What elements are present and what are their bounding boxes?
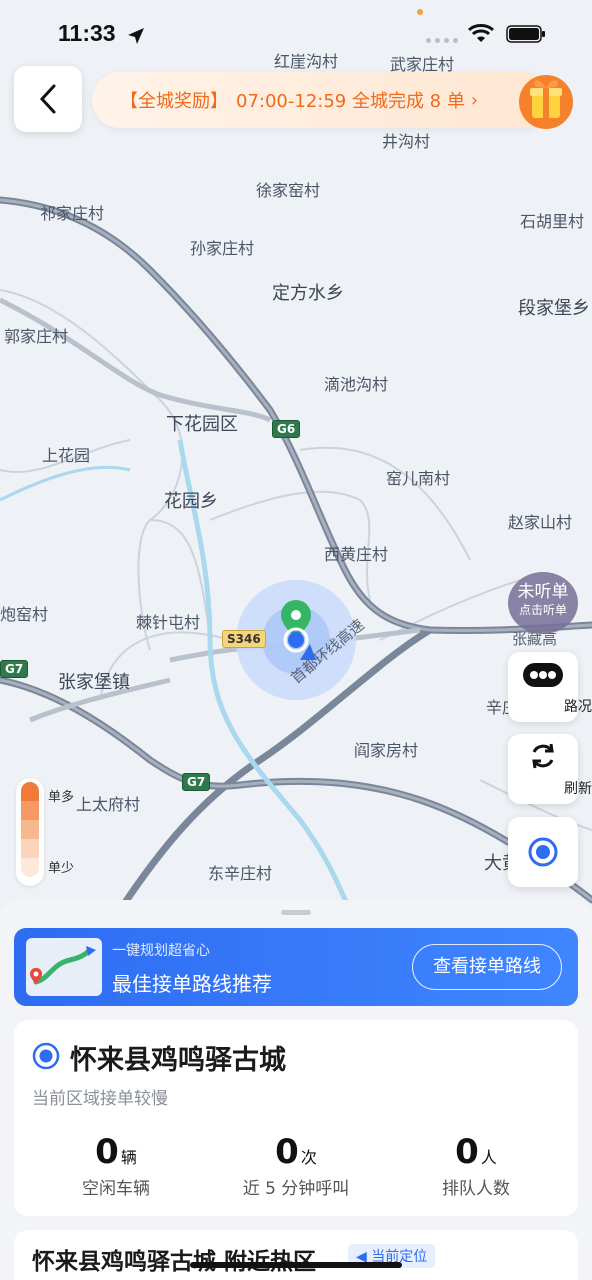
route-map-thumbnail — [26, 938, 102, 996]
listen-hint: 点击听单 — [518, 603, 567, 617]
status-dots — [426, 38, 458, 43]
place-label: 赵家山村 — [508, 513, 573, 532]
refresh-label: 刷新 — [564, 781, 592, 797]
place-label: 花园乡 — [164, 491, 218, 512]
refresh-icon — [532, 743, 554, 769]
stat-unit: 人 — [480, 1148, 497, 1167]
place-label: 张家堡镇 — [58, 672, 130, 693]
place-label: 井沟村 — [382, 132, 431, 151]
reward-tag: 【全城奖励】 — [120, 91, 228, 112]
battery-icon — [506, 25, 545, 43]
stat-value: 0 — [275, 1132, 299, 1172]
home-indicator[interactable] — [190, 1262, 402, 1268]
place-label: 郭家庄村 — [4, 327, 69, 346]
place-label: 东辛庄村 — [208, 864, 273, 883]
stat-caption: 近 5 分钟呼叫 — [242, 1179, 350, 1199]
stat-unit: 次 — [300, 1148, 317, 1167]
city-reward-banner[interactable]: 【全城奖励】 07:00-12:59 全城完成 8 单 › — [92, 72, 552, 128]
locate-icon — [528, 837, 558, 867]
status-time: 11:33 — [58, 20, 116, 46]
traffic-icon — [523, 663, 563, 687]
place-label: 定方水乡 — [272, 283, 344, 304]
location-target-icon — [32, 1042, 60, 1070]
traffic-button[interactable]: 路况 — [508, 652, 592, 722]
area-subtitle: 当前区域接单较慢 — [32, 1089, 168, 1109]
locate-button[interactable] — [508, 817, 578, 887]
map-view[interactable]: 红崖沟村 武家庄村 井沟村 徐家窑村 祁家庄村 石胡里村 孙家庄村 定方水乡 段… — [0, 0, 592, 910]
queue-stat: 0人 排队人数 — [386, 1132, 566, 1199]
legend-swatch — [21, 839, 39, 858]
stat-caption: 排队人数 — [442, 1179, 510, 1199]
legend-low-label: 单少 — [48, 861, 75, 876]
recent-calls-stat: 0次 近 5 分钟呼叫 — [206, 1132, 386, 1199]
chevron-left-icon — [39, 84, 56, 114]
place-label: 滴池沟村 — [324, 375, 389, 394]
legend-swatch — [21, 801, 39, 820]
stat-value: 0 — [95, 1132, 119, 1172]
nearby-title: 怀来县鸡鸣驿古城 附近热区 — [32, 1249, 317, 1275]
bottom-sheet[interactable]: 一键规划超省心 最佳接单路线推荐 查看接单路线 怀来县鸡鸣驿古城 当前区域接单较… — [0, 900, 592, 1280]
start-listening-button[interactable]: 未听单 点击听单 — [508, 572, 578, 634]
view-route-button[interactable]: 查看接单路线 — [412, 944, 562, 990]
chevron-right-icon: › — [470, 89, 479, 111]
route-recommendation-card[interactable]: 一键规划超省心 最佳接单路线推荐 查看接单路线 — [14, 928, 578, 1006]
legend-swatch — [21, 820, 39, 839]
route-subtitle: 一键规划超省心 — [112, 943, 210, 959]
highway-shield: G6 — [272, 420, 301, 438]
reward-text: 07:00-12:59 全城完成 8 单 — [236, 91, 465, 112]
area-status-card: 怀来县鸡鸣驿古城 当前区域接单较慢 0辆 空闲车辆 0次 近 5 分钟呼叫 0人… — [14, 1020, 578, 1216]
place-label: 段家堡乡 — [518, 298, 590, 319]
stat-caption: 空闲车辆 — [82, 1179, 150, 1199]
legend-swatch — [21, 782, 39, 801]
place-label: 孙家庄村 — [190, 239, 255, 258]
place-label: 下花园区 — [166, 414, 238, 435]
place-label: 窑儿南村 — [386, 469, 451, 488]
place-label: 徐家窑村 — [256, 181, 321, 200]
place-label: 棘针屯村 — [136, 613, 201, 632]
wifi-icon — [468, 24, 494, 42]
legend-swatch — [21, 858, 39, 877]
place-label: 西黄庄村 — [324, 545, 389, 564]
highway-shield: G7 — [182, 773, 211, 791]
place-label: 上太府村 — [76, 795, 141, 814]
stat-unit: 辆 — [120, 1148, 137, 1167]
heading-arrow-icon — [300, 644, 316, 660]
legend-high-label: 单多 — [48, 790, 75, 805]
place-label: 阎家房村 — [354, 741, 419, 760]
order-density-legend — [16, 778, 44, 886]
place-label: 石胡里村 — [520, 212, 585, 231]
location-arrow-icon — [128, 28, 144, 44]
route-icon — [30, 946, 96, 985]
listen-status: 未听单 — [517, 582, 569, 602]
status-icons — [468, 24, 546, 44]
traffic-label: 路况 — [564, 699, 592, 715]
route-title: 最佳接单路线推荐 — [112, 972, 272, 996]
place-label: 祁家庄村 — [40, 204, 105, 223]
back-button[interactable] — [14, 66, 82, 132]
highway-shield: G7 — [0, 660, 29, 678]
gift-icon[interactable] — [514, 66, 578, 130]
highway-shield: S346 — [222, 630, 266, 648]
area-title: 怀来县鸡鸣驿古城 — [70, 1045, 286, 1076]
refresh-button[interactable]: 刷新 — [508, 734, 592, 804]
stat-value: 0 — [455, 1132, 479, 1172]
place-label: 炮窑村 — [0, 605, 49, 624]
place-label: 上花园 — [42, 446, 91, 465]
sheet-handle[interactable] — [281, 910, 311, 915]
status-indicator-dot — [417, 9, 423, 15]
status-bar: 11:33 — [0, 0, 592, 64]
nearby-hotspots-card[interactable]: 怀来县鸡鸣驿古城 附近热区 ◀ 当前定位 — [14, 1230, 578, 1280]
idle-vehicles-stat: 0辆 空闲车辆 — [26, 1132, 206, 1199]
